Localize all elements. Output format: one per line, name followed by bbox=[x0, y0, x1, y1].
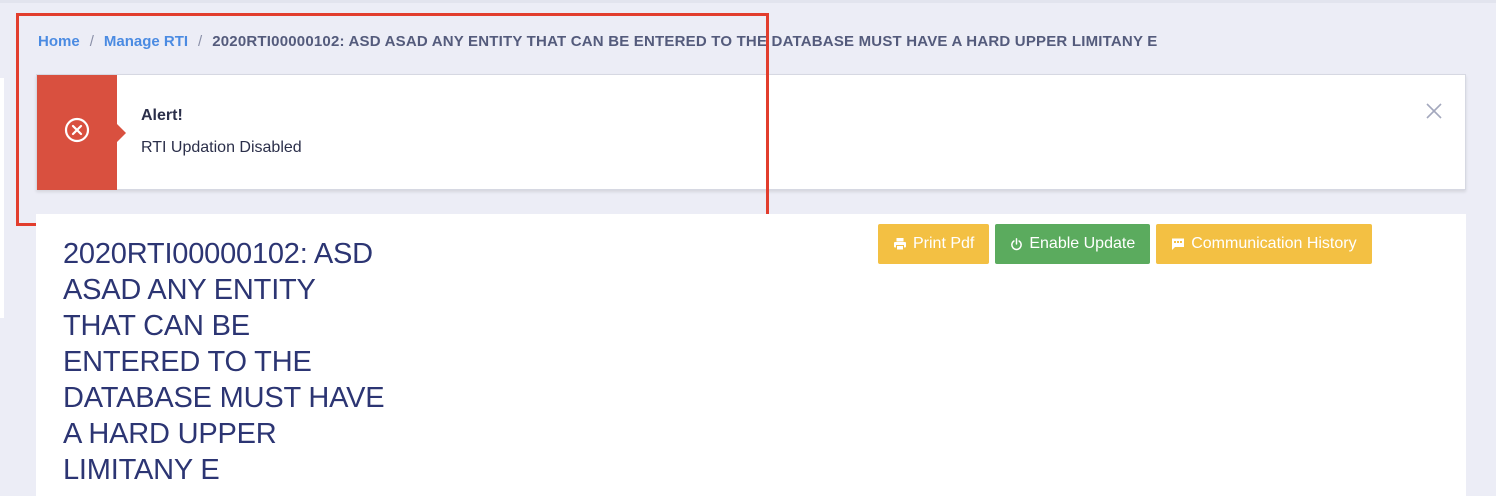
power-icon bbox=[1010, 237, 1023, 251]
breadcrumb: Home / Manage RTI / 2020RTI00000102: ASD… bbox=[38, 33, 1157, 50]
communication-history-button[interactable]: Communication History bbox=[1156, 224, 1372, 264]
top-divider bbox=[0, 0, 1496, 3]
breadcrumb-current: 2020RTI00000102: ASD ASAD ANY ENTITY THA… bbox=[212, 33, 1158, 50]
alert-banner: Alert! RTI Updation Disabled bbox=[36, 74, 1466, 190]
enable-update-button[interactable]: Enable Update bbox=[995, 224, 1151, 264]
breadcrumb-separator: / bbox=[198, 33, 203, 50]
x-circle-icon bbox=[63, 116, 91, 149]
sidebar-edge bbox=[0, 78, 4, 318]
action-toolbar: Print Pdf Enable Update Communication Hi… bbox=[878, 224, 1372, 264]
breadcrumb-manage-rti-link[interactable]: Manage RTI bbox=[104, 33, 188, 50]
page-title: 2020RTI00000102: ASD ASAD ANY ENTITY THA… bbox=[63, 238, 385, 486]
alert-icon-box bbox=[37, 75, 126, 190]
alert-message: RTI Updation Disabled bbox=[141, 139, 302, 156]
printer-icon bbox=[893, 237, 907, 251]
message-icon bbox=[1171, 237, 1185, 251]
breadcrumb-separator: / bbox=[89, 33, 94, 50]
print-pdf-button[interactable]: Print Pdf bbox=[878, 224, 990, 264]
enable-update-label: Enable Update bbox=[1029, 235, 1136, 252]
close-icon[interactable] bbox=[1425, 102, 1443, 120]
breadcrumb-home-link[interactable]: Home bbox=[38, 33, 80, 50]
communication-history-label: Communication History bbox=[1191, 235, 1357, 252]
rti-detail-card: 2020RTI00000102: ASD ASAD ANY ENTITY THA… bbox=[36, 214, 1466, 496]
alert-title: Alert! bbox=[141, 107, 183, 124]
print-pdf-label: Print Pdf bbox=[913, 235, 975, 252]
